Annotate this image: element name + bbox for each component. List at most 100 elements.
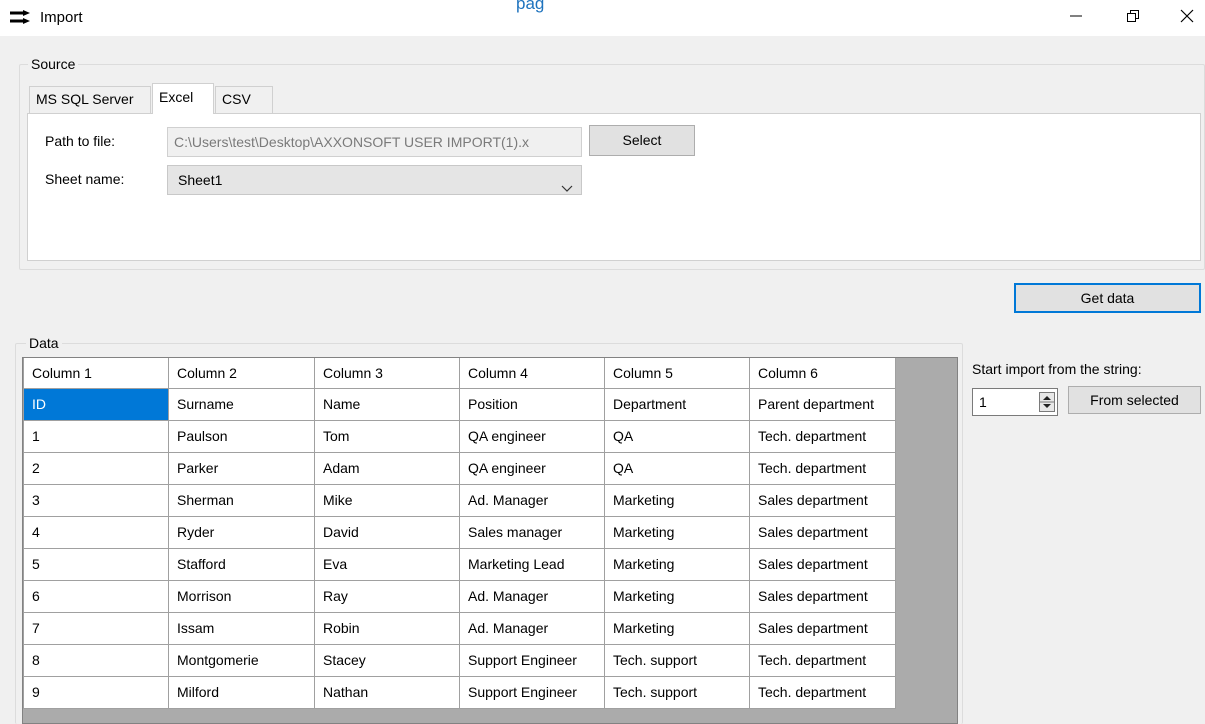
table-cell[interactable]: Support Engineer: [459, 675, 605, 709]
table-cell[interactable]: Surname: [168, 387, 315, 421]
start-row-value: 1: [979, 394, 987, 410]
chevron-down-icon: [561, 175, 573, 192]
table-cell[interactable]: Sales department: [749, 611, 896, 645]
table-cell[interactable]: 7: [23, 611, 169, 645]
column-header[interactable]: Column 4: [459, 358, 605, 389]
spin-arrows-icon[interactable]: [1039, 392, 1055, 412]
close-button[interactable]: [1164, 0, 1205, 34]
table-cell[interactable]: Sales manager: [459, 515, 605, 549]
tab-ms-sql-server[interactable]: MS SQL Server: [29, 86, 151, 113]
table-cell[interactable]: Robin: [314, 611, 460, 645]
restore-icon: [1126, 9, 1140, 26]
table-cell[interactable]: Sales department: [749, 579, 896, 613]
table-cell[interactable]: Stafford: [168, 547, 315, 581]
path-to-file-field[interactable]: C:\Users\test\Desktop\AXXONSOFT USER IMP…: [167, 127, 582, 157]
table-cell[interactable]: David: [314, 515, 460, 549]
table-cell[interactable]: Mike: [314, 483, 460, 517]
window-title: Import: [40, 9, 83, 26]
column-header[interactable]: Column 2: [168, 358, 315, 389]
table-cell[interactable]: Milford: [168, 675, 315, 709]
table-cell[interactable]: Marketing: [604, 547, 750, 581]
table-cell[interactable]: Department: [604, 387, 750, 421]
table-cell[interactable]: Montgomerie: [168, 643, 315, 677]
table-cell[interactable]: Tech. department: [749, 419, 896, 453]
data-grid[interactable]: Column 1 Column 2 Column 3 Column 4 Colu…: [22, 357, 958, 724]
table-cell[interactable]: 6: [23, 579, 169, 613]
table-cell[interactable]: 4: [23, 515, 169, 549]
table-cell[interactable]: Name: [314, 387, 460, 421]
table-header-row: Column 1 Column 2 Column 3 Column 4 Colu…: [23, 358, 896, 389]
table-cell[interactable]: Tech. department: [749, 675, 896, 709]
table-cell[interactable]: Sales department: [749, 515, 896, 549]
table-cell[interactable]: QA engineer: [459, 451, 605, 485]
sheet-name-select[interactable]: Sheet1: [167, 165, 582, 195]
select-button[interactable]: Select: [589, 125, 695, 156]
table-cell[interactable]: 9: [23, 675, 169, 709]
table-cell[interactable]: QA engineer: [459, 419, 605, 453]
table-cell[interactable]: Tom: [314, 419, 460, 453]
table-row[interactable]: 1 Paulson Tom QA engineer QA Tech. depar…: [23, 419, 896, 453]
table-cell[interactable]: Tech. support: [604, 675, 750, 709]
table-cell[interactable]: Tech. department: [749, 451, 896, 485]
sheet-name-label: Sheet name:: [45, 171, 125, 187]
import-arrows-icon: [10, 10, 32, 26]
table-cell[interactable]: Morrison: [168, 579, 315, 613]
table-cell[interactable]: Ad. Manager: [459, 483, 605, 517]
column-header[interactable]: Column 6: [749, 358, 896, 389]
table-cell[interactable]: Marketing: [604, 611, 750, 645]
sheet-name-value: Sheet1: [178, 172, 223, 188]
background-link-fragment: pag: [516, 0, 545, 13]
table-cell[interactable]: 1: [23, 419, 169, 453]
table-cell[interactable]: ID: [23, 387, 169, 421]
table-cell[interactable]: Stacey: [314, 643, 460, 677]
minimize-icon: [1069, 9, 1083, 26]
tab-csv[interactable]: CSV: [215, 86, 273, 113]
table-row[interactable]: 3 Sherman Mike Ad. Manager Marketing Sal…: [23, 483, 896, 517]
table-cell[interactable]: Nathan: [314, 675, 460, 709]
table-cell[interactable]: Marketing: [604, 483, 750, 517]
restore-button[interactable]: [1110, 0, 1156, 34]
table-cell[interactable]: 5: [23, 547, 169, 581]
column-header[interactable]: Column 1: [23, 358, 169, 389]
table-cell[interactable]: QA: [604, 419, 750, 453]
minimize-button[interactable]: [1053, 0, 1099, 34]
table-cell[interactable]: Issam: [168, 611, 315, 645]
table-row[interactable]: 9 Milford Nathan Support Engineer Tech. …: [23, 675, 896, 709]
table-cell[interactable]: QA: [604, 451, 750, 485]
table-cell[interactable]: Ad. Manager: [459, 611, 605, 645]
table-cell[interactable]: Adam: [314, 451, 460, 485]
table-row[interactable]: ID Surname Name Position Department Pare…: [23, 387, 896, 421]
get-data-button[interactable]: Get data: [1014, 283, 1201, 313]
table-cell[interactable]: Sherman: [168, 483, 315, 517]
table-cell[interactable]: Parker: [168, 451, 315, 485]
start-row-spinner[interactable]: 1: [972, 388, 1058, 416]
table-cell[interactable]: 8: [23, 643, 169, 677]
table-cell[interactable]: Position: [459, 387, 605, 421]
table-cell[interactable]: Ad. Manager: [459, 579, 605, 613]
table-cell[interactable]: Marketing Lead: [459, 547, 605, 581]
table-cell[interactable]: Marketing: [604, 515, 750, 549]
from-selected-button[interactable]: From selected: [1068, 386, 1201, 414]
table-cell[interactable]: Parent department: [749, 387, 896, 421]
tab-excel[interactable]: Excel: [152, 83, 214, 114]
table-row[interactable]: 6 Morrison Ray Ad. Manager Marketing Sal…: [23, 579, 896, 613]
table-cell[interactable]: Paulson: [168, 419, 315, 453]
table-cell[interactable]: 2: [23, 451, 169, 485]
table-cell[interactable]: Marketing: [604, 579, 750, 613]
table-cell[interactable]: Tech. department: [749, 643, 896, 677]
column-header[interactable]: Column 3: [314, 358, 460, 389]
table-cell[interactable]: Sales department: [749, 547, 896, 581]
table-row[interactable]: 7 Issam Robin Ad. Manager Marketing Sale…: [23, 611, 896, 645]
table-cell[interactable]: Ryder: [168, 515, 315, 549]
table-row[interactable]: 2 Parker Adam QA engineer QA Tech. depar…: [23, 451, 896, 485]
table-cell[interactable]: Ray: [314, 579, 460, 613]
column-header[interactable]: Column 5: [604, 358, 750, 389]
table-row[interactable]: 8 Montgomerie Stacey Support Engineer Te…: [23, 643, 896, 677]
table-row[interactable]: 4 Ryder David Sales manager Marketing Sa…: [23, 515, 896, 549]
table-cell[interactable]: Sales department: [749, 483, 896, 517]
table-cell[interactable]: Tech. support: [604, 643, 750, 677]
table-cell[interactable]: 3: [23, 483, 169, 517]
table-cell[interactable]: Support Engineer: [459, 643, 605, 677]
table-row[interactable]: 5 Stafford Eva Marketing Lead Marketing …: [23, 547, 896, 581]
table-cell[interactable]: Eva: [314, 547, 460, 581]
